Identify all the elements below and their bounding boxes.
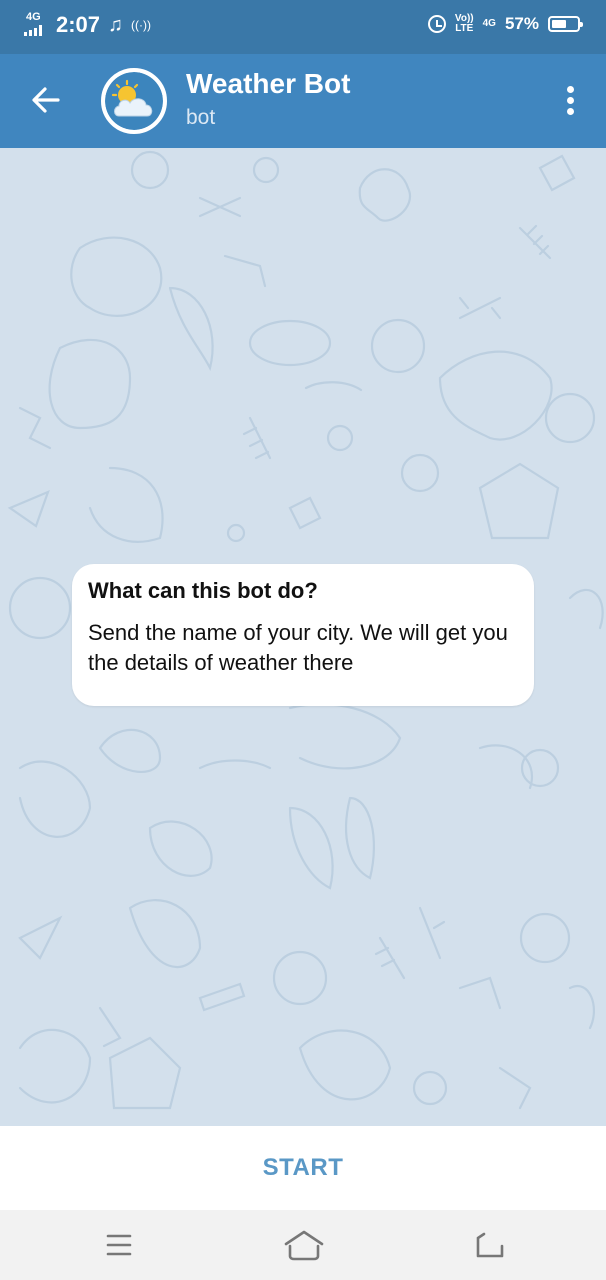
battery-percent: 57% <box>504 14 539 33</box>
back-arrow-icon[interactable] <box>28 82 64 118</box>
status-right: Vo)) LTE 4G 57% <box>427 14 583 34</box>
battery-icon <box>548 16 583 32</box>
volte-indicator: Vo)) LTE <box>455 14 474 34</box>
more-vertical-icon[interactable] <box>564 86 576 118</box>
intro-title: What can this bot do? <box>88 578 318 603</box>
chat-title[interactable]: Weather Bot <box>186 68 350 100</box>
status-bar: 4G 2:07 ♫ ((·)) Vo)) LTE 4G 57% <box>0 0 606 54</box>
lte-label: LTE <box>455 23 474 34</box>
status-left: 4G 2:07 ♫ ((·)) <box>22 12 151 38</box>
signal-icon: 4G <box>22 12 48 38</box>
status-time: 2:07 <box>56 12 101 37</box>
nav-back-icon[interactable] <box>470 1228 510 1262</box>
bot-intro-card: What can this bot do? Send the name of y… <box>72 564 534 706</box>
recents-icon[interactable] <box>100 1228 140 1262</box>
start-button[interactable]: START <box>263 1154 344 1182</box>
system-nav-bar <box>0 1210 606 1280</box>
music-note-icon: ♫ <box>108 13 124 36</box>
network-type: 4G <box>26 11 41 23</box>
network-right: 4G <box>482 18 496 29</box>
chat-area[interactable]: What can this bot do? Send the name of y… <box>0 148 606 1126</box>
intro-text: Send the name of your city. We will get … <box>88 620 508 675</box>
chat-header: Weather Bot bot <box>0 54 606 148</box>
chat-subtitle: bot <box>186 106 216 129</box>
home-icon[interactable] <box>282 1228 324 1262</box>
weather-sun-cloud-icon <box>111 79 153 117</box>
alarm-icon <box>427 15 446 33</box>
start-bar: START <box>0 1126 606 1210</box>
bot-avatar[interactable] <box>101 68 167 134</box>
hotspot-icon: ((·)) <box>131 18 152 32</box>
